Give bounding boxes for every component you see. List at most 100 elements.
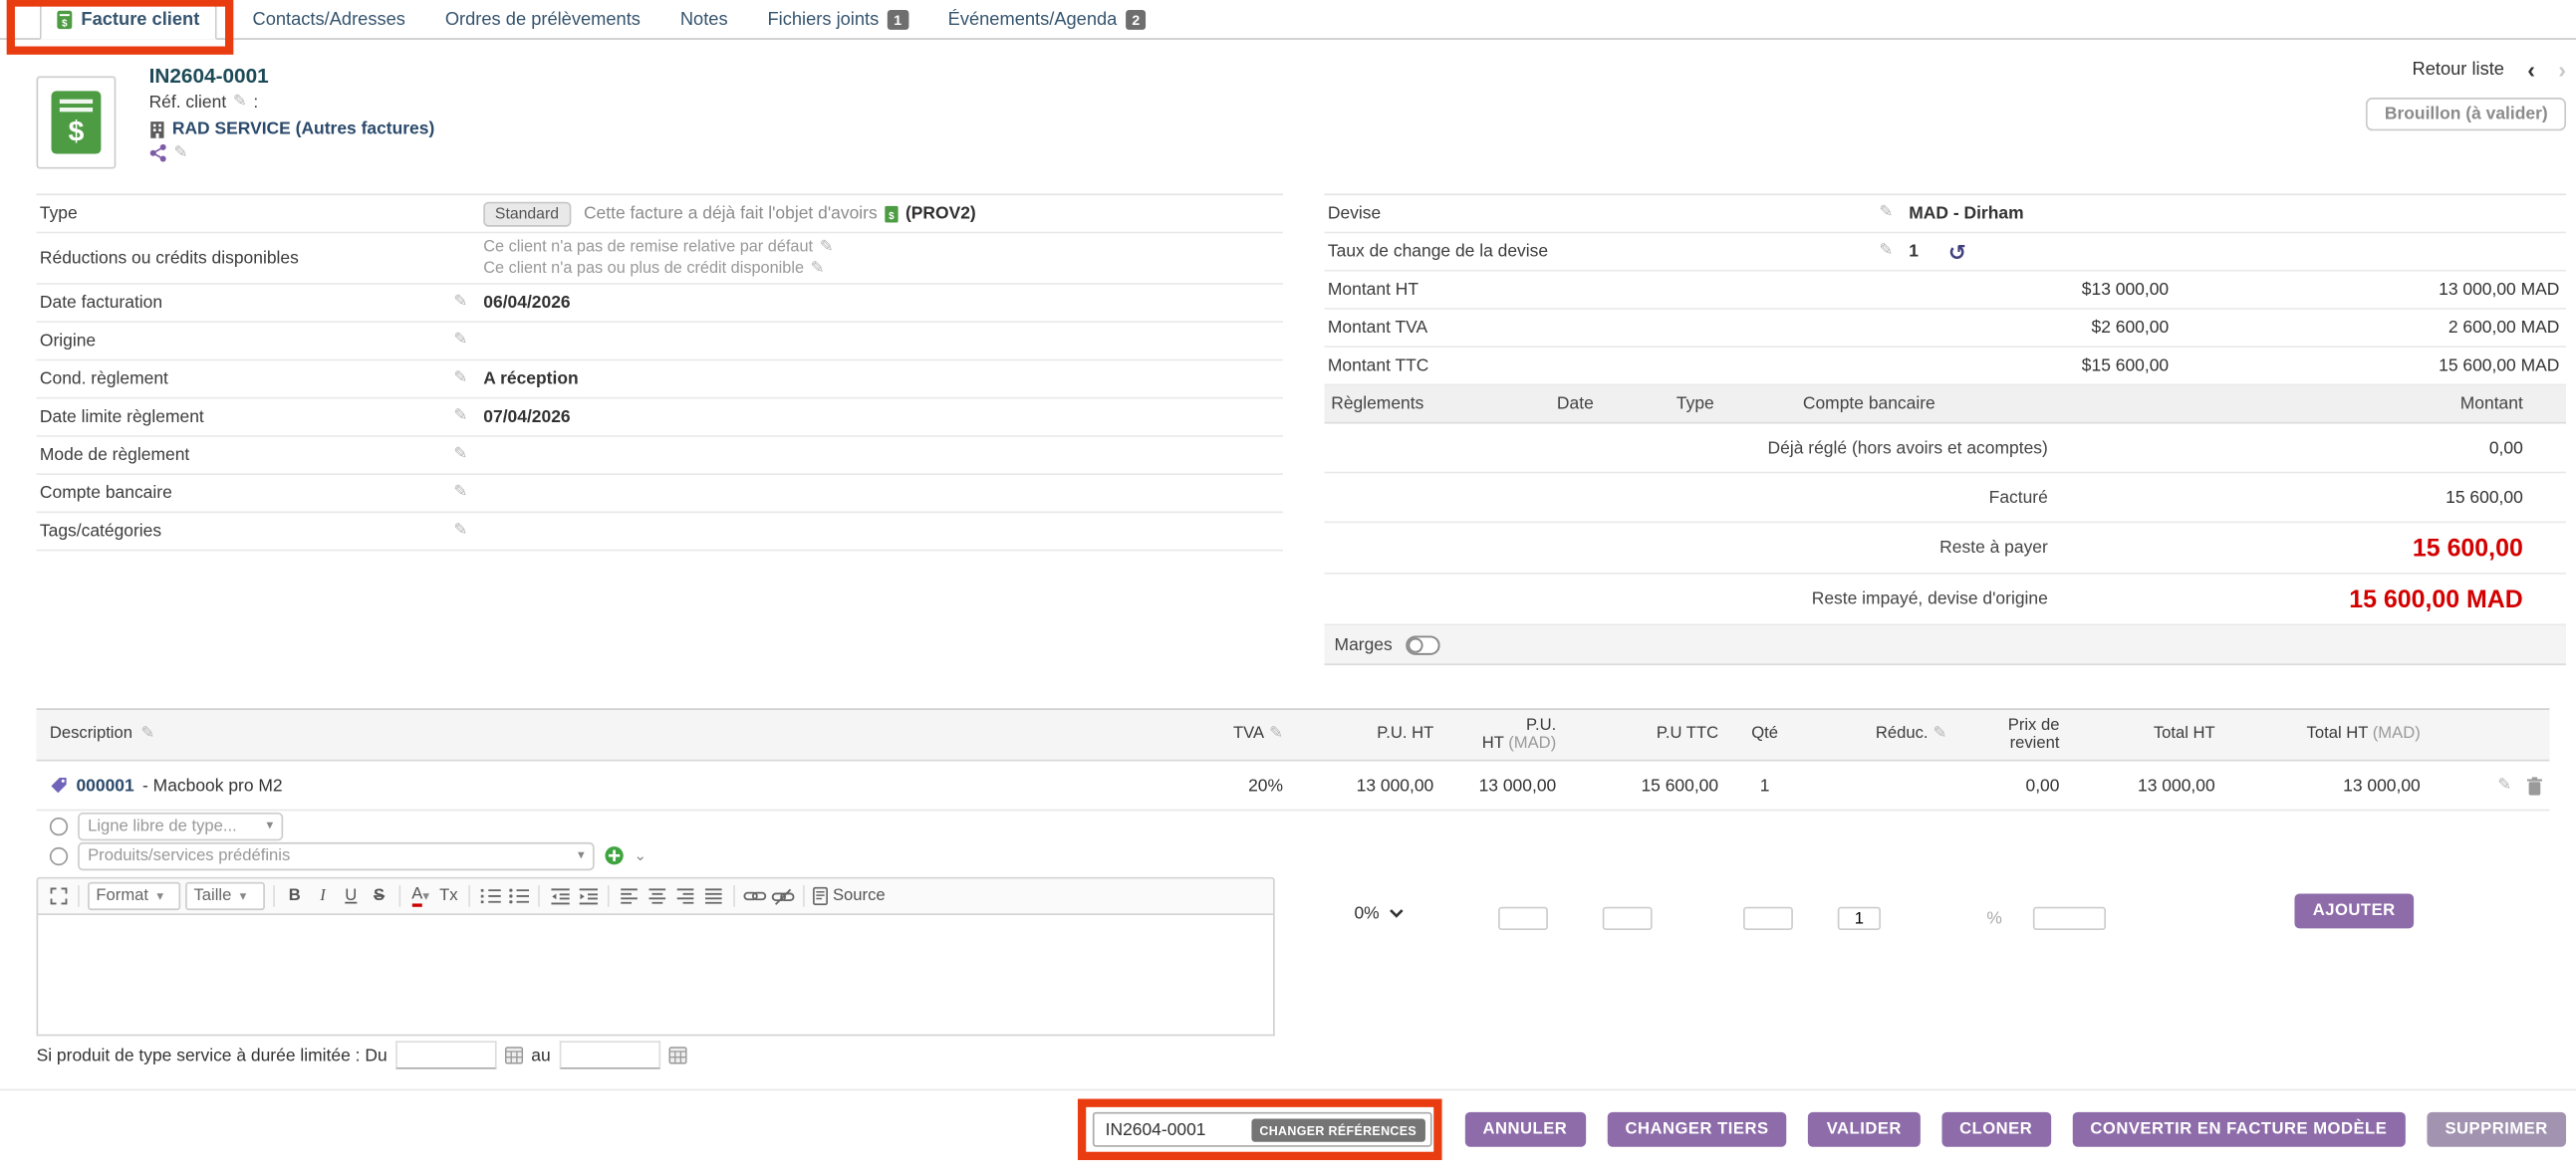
credit-note-link[interactable]: (PROV2) [905,203,976,223]
delete-button[interactable]: SUPPRIMER [2427,1112,2566,1147]
tab-contacts-adresses[interactable]: Contacts/Adresses [249,3,408,38]
col-compte-bancaire: Compte bancaire [1753,394,2258,414]
free-line-radio[interactable] [50,817,68,834]
tab-evenements-agenda[interactable]: Événements/Agenda 2 [944,3,1150,38]
align-center-icon[interactable] [645,883,668,910]
change-thirdparty-button[interactable]: CHANGER TIERS [1607,1112,1787,1147]
remove-format-button[interactable]: Tx [437,883,460,910]
clone-button[interactable]: CLONER [1941,1112,2051,1147]
project-share-icon[interactable] [149,144,167,162]
ordered-list-icon[interactable] [478,883,501,910]
edit-icon[interactable]: ✎ [453,370,467,387]
free-line-type-select[interactable]: Ligne libre de type...▾ [78,812,283,839]
tab-label: Fichiers joints [767,10,879,30]
align-left-icon[interactable] [618,883,641,910]
cost-price-input[interactable] [2033,907,2106,930]
line-cost: 0,00 [1956,776,2069,796]
field-value: 07/04/2026 [483,407,1279,427]
service-start-date-input[interactable] [395,1041,496,1068]
size-select[interactable]: Taille▾ [185,882,265,910]
bullet-list-icon[interactable] [507,883,530,910]
pu-ht-mad-input[interactable] [1603,907,1653,930]
field-row-date-limite: Date limite règlement ✎ 07/04/2026 [37,399,1283,437]
bold-button[interactable]: B [283,883,306,910]
amount-label: Montant HT [1328,280,1921,300]
align-justify-icon[interactable] [702,883,725,910]
add-line-button[interactable]: AJOUTER [2294,893,2413,928]
maximize-icon[interactable] [47,883,70,910]
edit-icon[interactable]: ✎ [453,409,467,426]
qty-input[interactable] [1838,907,1881,930]
predefined-radio[interactable] [50,846,68,864]
invoice-icon: $ [57,10,74,30]
validate-button[interactable]: VALIDER [1808,1112,1920,1147]
calendar-icon[interactable] [668,1046,686,1063]
field-row-cond-reglement: Cond. règlement ✎ A réception [37,360,1283,398]
service-to-label: au [531,1046,550,1065]
source-button[interactable]: Source [813,883,886,910]
delete-line-icon[interactable] [2526,776,2543,796]
italic-button[interactable]: I [311,883,334,910]
tab-ordres-prelevements[interactable]: Ordres de prélèvements [442,3,644,38]
pu-ttc-input[interactable] [1743,907,1793,930]
cancel-button[interactable]: ANNULER [1464,1112,1585,1147]
refresh-rate-icon[interactable]: ↺ [1948,241,1966,263]
line-pu-ht: 13 000,00 [1293,776,1443,796]
product-label: - Macbook pro M2 [142,776,283,796]
line-qty: 1 [1728,776,1801,796]
edit-icon[interactable]: ✎ [1933,727,1947,744]
predefined-product-select[interactable]: Produits/services prédéfinis▾ [78,841,595,869]
underline-button[interactable]: U [340,883,363,910]
product-ref-link[interactable]: 000001 [76,776,133,796]
col-montant: Montant [2258,394,2566,414]
field-row-origine: Origine ✎ [37,323,1283,360]
edit-icon[interactable]: ✎ [811,261,825,278]
margins-toggle[interactable] [1406,634,1440,654]
vat-rate-select[interactable]: 0% [1354,903,1404,923]
edit-icon[interactable]: ✎ [820,239,834,256]
chevron-down-icon[interactable]: ⌄ [635,848,647,863]
format-select[interactable]: Format▾ [88,882,180,910]
edit-icon[interactable]: ✎ [453,523,467,540]
indent-icon[interactable] [576,883,599,910]
outdent-icon[interactable] [548,883,571,910]
link-icon[interactable] [743,883,766,910]
align-right-icon[interactable] [673,883,696,910]
edit-icon[interactable]: ✎ [453,447,467,464]
edit-icon[interactable]: ✎ [233,95,247,112]
edit-icon[interactable]: ✎ [140,727,154,744]
text-color-button[interactable]: A▾ [409,883,432,910]
prev-chevron-icon[interactable]: ‹ [2527,61,2535,78]
field-value: A réception [483,369,1279,389]
edit-icon[interactable]: ✎ [1879,205,1893,222]
amount-row-ht: Montant HT $13 000,00 13 000,00 MAD [1325,272,2566,310]
unlink-icon[interactable] [771,883,794,910]
edit-icon[interactable]: ✎ [453,295,467,312]
payment-value: 0,00 [2048,438,2566,458]
add-product-icon[interactable] [605,845,625,865]
edit-icon[interactable]: ✎ [1269,727,1283,744]
thirdparty-link[interactable]: RAD SERVICE (Autres factures) [172,118,434,141]
tab-notes[interactable]: Notes [677,3,731,38]
tab-facture-client[interactable]: $ Facture client [40,2,216,40]
calendar-icon[interactable] [505,1046,523,1063]
convert-to-template-button[interactable]: CONVERTIR EN FACTURE MODÈLE [2072,1112,2405,1147]
amount-row-tva: Montant TVA $2 600,00 2 600,00 MAD [1325,310,2566,348]
invoice-line-row: 000001 - Macbook pro M2 20% 13 000,00 13… [37,761,2550,811]
status-badge: Brouillon (à valider) [2367,98,2566,130]
description-textarea[interactable] [37,915,1275,1036]
edit-icon[interactable]: ✎ [1879,243,1893,260]
edit-line-icon[interactable]: ✎ [2497,777,2511,794]
line-pu-ttc: 15 600,00 [1566,776,1728,796]
edit-icon[interactable]: ✎ [174,144,188,161]
service-end-date-input[interactable] [559,1041,659,1068]
strikethrough-button[interactable]: S [368,883,390,910]
edit-icon[interactable]: ✎ [453,485,467,502]
pu-ht-input[interactable] [1498,907,1548,930]
margins-row: Marges [1325,625,2566,665]
tab-fichiers-joints[interactable]: Fichiers joints 1 [764,3,911,38]
change-references-button[interactable]: CHANGER RÉFÉRENCES [1251,1118,1424,1141]
edit-icon[interactable]: ✎ [453,333,467,350]
back-to-list-link[interactable]: Retour liste [2412,60,2503,80]
payment-label: Facturé [1325,487,2048,507]
